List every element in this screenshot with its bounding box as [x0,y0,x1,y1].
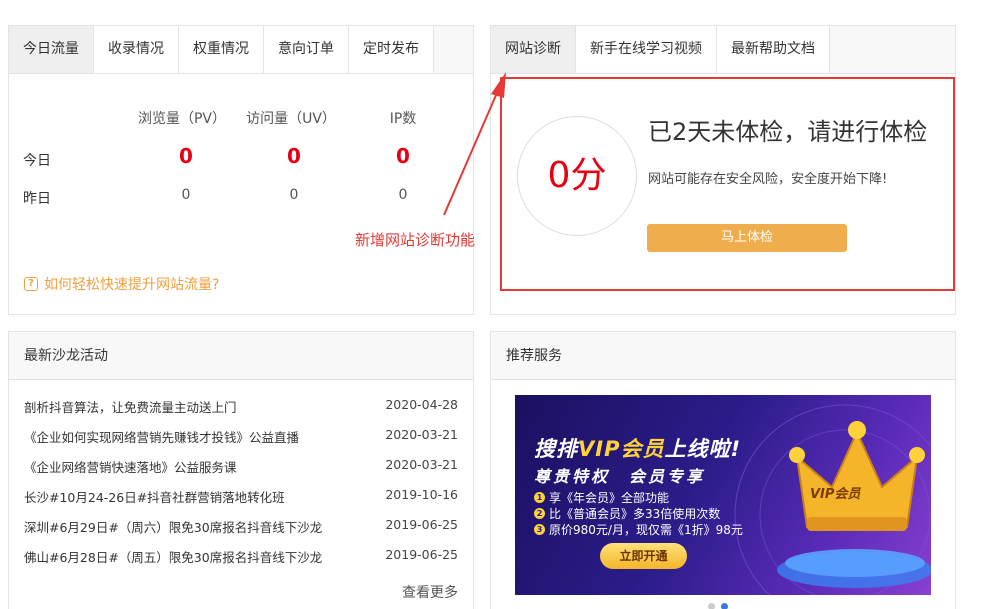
list-item[interactable]: 深圳#6月29日#（周六）限免30席报名抖音线下沙龙 2019-06-25 [24,517,458,536]
services-title: 推荐服务 [491,332,955,380]
tab-weight[interactable]: 权重情况 [179,26,264,73]
salon-title: 最新沙龙活动 [9,332,473,380]
diagnosis-title: 已2天未体检，请进行体检 [648,118,928,146]
salon-item-date: 2020-04-28 [385,397,458,412]
tab-site-diagnosis[interactable]: 网站诊断 [491,26,576,73]
yesterday-uv: 0 [289,187,299,203]
today-pv: 0 [179,144,193,168]
question-icon: ? [24,277,38,291]
crown-label: VIP会员 [810,487,861,502]
diagnosis-highlight-box: 0分 已2天未体检，请进行体检 网站可能存在安全风险，安全度开始下降! 马上体检 [500,77,955,291]
row-label-yesterday: 昨日 [23,191,51,207]
today-uv: 0 [287,144,301,168]
tab-indexing[interactable]: 收录情况 [94,26,179,73]
salon-item-title: 佛山#6月28日#（周五）限免30席报名抖音线下沙龙 [24,550,323,565]
tab-scheduled[interactable]: 定时发布 [349,26,434,73]
crown-icon [789,421,925,531]
tab-today-traffic[interactable]: 今日流量 [9,26,94,73]
salon-item-title: 剖析抖音算法，让免费流量主动送上门 [24,400,237,415]
list-item[interactable]: 《企业如何实现网络营销先赚钱才投钱》公益直播 2020-03-21 [24,427,458,446]
salon-item-title: 《企业网络营销快速落地》公益服务课 [24,460,237,475]
carousel-dot[interactable] [708,603,715,609]
banner-line-1: 1 享《年会员》全部功能 [534,489,669,506]
tab-video-tutorials[interactable]: 新手在线学习视频 [576,26,717,73]
column-pv: 浏览量（PV） [137,111,227,127]
yesterday-pv: 0 [181,187,191,203]
diagnosis-score: 0分 [517,116,637,236]
banner-headline: 搜排VIP会员上线啦! [534,433,741,463]
banner-headline-pre: 搜排 [534,437,578,461]
vip-banner[interactable]: VIP会员 搜排VIP会员上线啦! 尊贵特权 会员专享 1 享《年会员》全部功能… [515,395,931,595]
salon-panel: 最新沙龙活动 剖析抖音算法，让免费流量主动送上门 2020-04-28 《企业如… [8,331,474,609]
banner-line-text: 原价980元/月，现仅需《1折》98元 [549,523,743,537]
banner-line-2: 2 比《普通会员》多33倍使用次数 [534,505,720,522]
diagnosis-description: 网站可能存在安全风险，安全度开始下降! [648,172,888,187]
column-ip: IP数 [389,111,417,127]
salon-item-title: 《企业如何实现网络营销先赚钱才投钱》公益直播 [24,430,300,445]
yesterday-ip: 0 [398,187,408,203]
banner-headline-post: 上线啦! [664,437,742,461]
tab-help-docs[interactable]: 最新帮助文档 [717,26,830,73]
bullet-icon: 3 [534,524,545,535]
list-item[interactable]: 佛山#6月28日#（周五）限免30席报名抖音线下沙龙 2019-06-25 [24,547,458,566]
salon-item-date: 2019-10-16 [385,487,458,502]
carousel-dot-active[interactable] [721,603,728,609]
column-uv: 访问量（UV） [246,111,336,127]
salon-item-date: 2020-03-21 [385,427,458,442]
diagnosis-tabs: 网站诊断 新手在线学习视频 最新帮助文档 [491,26,955,74]
banner-subtitle: 尊贵特权 会员专享 [534,467,706,486]
banner-line-text: 享《年会员》全部功能 [549,491,670,505]
banner-headline-vip: VIP会员 [578,437,665,461]
traffic-panel: 今日流量 收录情况 权重情况 意向订单 定时发布 [8,25,474,315]
row-label-today: 今日 [23,153,51,169]
salon-item-date: 2020-03-21 [385,457,458,472]
bullet-icon: 1 [534,492,545,503]
banner-line-text: 比《普通会员》多33倍使用次数 [549,507,721,521]
annotation-label: 新增网站诊断功能 [355,231,476,249]
check-now-button[interactable]: 马上体检 [647,224,847,252]
today-ip: 0 [396,144,410,168]
salon-item-date: 2019-06-25 [385,547,458,562]
carousel-dots [708,603,728,609]
banner-line-3: 3 原价980元/月，现仅需《1折》98元 [534,521,743,538]
view-more-link[interactable]: 查看更多 [402,582,458,602]
list-item[interactable]: 剖析抖音算法，让免费流量主动送上门 2020-04-28 [24,397,458,416]
salon-item-title: 深圳#6月29日#（周六）限免30席报名抖音线下沙龙 [24,520,323,535]
traffic-help-link[interactable]: ? 如何轻松快速提升网站流量? [24,274,219,294]
list-item[interactable]: 《企业网络营销快速落地》公益服务课 2020-03-21 [24,457,458,476]
help-link-text: 如何轻松快速提升网站流量? [44,277,220,293]
salon-item-title: 长沙#10月24-26日#抖音社群营销落地转化班 [24,490,285,505]
traffic-tabs: 今日流量 收录情况 权重情况 意向订单 定时发布 [9,26,473,74]
bullet-icon: 2 [534,508,545,519]
activate-now-button[interactable]: 立即开通 [600,543,687,569]
salon-item-date: 2019-06-25 [385,517,458,532]
list-item[interactable]: 长沙#10月24-26日#抖音社群营销落地转化班 2019-10-16 [24,487,458,506]
tab-orders[interactable]: 意向订单 [264,26,349,73]
